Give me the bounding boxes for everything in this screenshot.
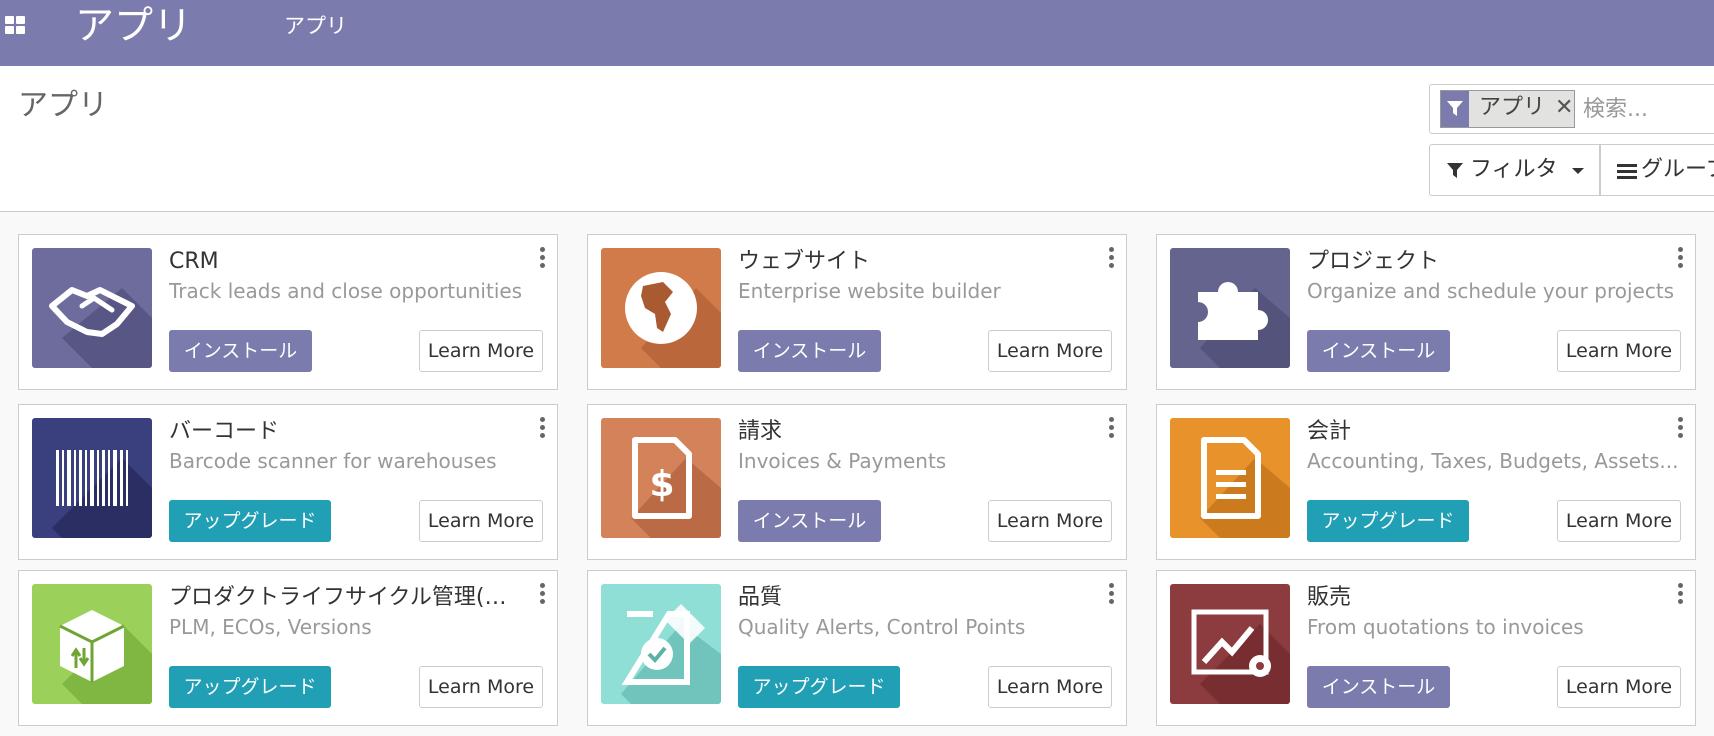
- app-card[interactable]: 品質 Quality Alerts, Control Points アップグレード L…: [587, 570, 1127, 726]
- kebab-menu-icon[interactable]: [539, 583, 545, 605]
- app-name: 品質: [738, 585, 783, 610]
- kebab-menu-icon[interactable]: [1108, 417, 1114, 439]
- kebab-menu-icon[interactable]: [1108, 247, 1114, 269]
- app-card[interactable]: プロジェクト Organize and schedule your project…: [1156, 234, 1696, 390]
- apps-grid-icon[interactable]: [5, 16, 29, 40]
- page-title: アプリ: [18, 88, 108, 123]
- app-summary: Accounting, Taxes, Budgets, Assets...: [1307, 449, 1679, 473]
- close-icon[interactable]: ✕: [1555, 93, 1573, 123]
- upgrade-button[interactable]: アップグレード: [169, 666, 331, 708]
- app-card[interactable]: CRM Track leads and close opportunities イン…: [18, 234, 558, 390]
- invoice-icon: $: [601, 418, 721, 538]
- search-input[interactable]: [1581, 93, 1714, 125]
- kebab-menu-icon[interactable]: [1108, 583, 1114, 605]
- svg-text:$: $: [649, 464, 674, 505]
- navbar-menu-apps[interactable]: アプリ: [284, 12, 347, 40]
- app-summary: Track leads and close opportunities: [169, 279, 523, 303]
- control-panel: アプリ アプリ ✕ フィルタ グループ: [0, 66, 1714, 212]
- app-name: 会計: [1307, 419, 1352, 444]
- list-icon: [1617, 164, 1637, 179]
- app-card[interactable]: 販売 From quotations to invoices インストール Learn…: [1156, 570, 1696, 726]
- app-summary: Organize and schedule your projects: [1307, 279, 1675, 303]
- app-summary: Enterprise website builder: [738, 279, 1001, 303]
- search-box[interactable]: アプリ ✕: [1429, 84, 1714, 134]
- search-facet-label: アプリ: [1479, 95, 1546, 120]
- kebab-menu-icon[interactable]: [1677, 417, 1683, 439]
- learn-more-button[interactable]: Learn More: [1557, 500, 1681, 542]
- app-name: バーコード: [169, 419, 280, 444]
- upgrade-button[interactable]: アップグレード: [738, 666, 900, 708]
- learn-more-button[interactable]: Learn More: [419, 330, 543, 372]
- app-name: CRM: [169, 249, 219, 274]
- app-card[interactable]: $ 請求 Invoices & Payments インストール Learn More: [587, 404, 1127, 560]
- app-name: ウェブサイト: [738, 249, 871, 274]
- app-summary: Quality Alerts, Control Points: [738, 615, 1026, 639]
- sales-chart-icon: [1170, 584, 1290, 704]
- app-name: 販売: [1307, 585, 1352, 610]
- document-icon: [1170, 418, 1290, 538]
- app-card[interactable]: 会計 Accounting, Taxes, Budgets, Assets... ア…: [1156, 404, 1696, 560]
- group-by-dropdown-button[interactable]: グループ: [1600, 144, 1714, 196]
- top-navbar: アプリ アプリ: [0, 0, 1714, 66]
- install-button[interactable]: インストール: [1307, 330, 1450, 372]
- kebab-menu-icon[interactable]: [1677, 247, 1683, 269]
- app-summary: From quotations to invoices: [1307, 615, 1584, 639]
- filter-label: フィルタ: [1470, 157, 1558, 182]
- globe-icon: [601, 248, 721, 368]
- app-card[interactable]: バーコード Barcode scanner for warehouses アップグレ…: [18, 404, 558, 560]
- box-icon: [32, 584, 152, 704]
- handshake-icon: [32, 248, 152, 368]
- learn-more-button[interactable]: Learn More: [1557, 330, 1681, 372]
- upgrade-button[interactable]: アップグレード: [169, 500, 331, 542]
- app-summary: Barcode scanner for warehouses: [169, 449, 497, 473]
- learn-more-button[interactable]: Learn More: [988, 330, 1112, 372]
- learn-more-button[interactable]: Learn More: [988, 666, 1112, 708]
- app-card[interactable]: プロダクトライフサイクル管理(… PLM, ECOs, Versions アップグレ…: [18, 570, 558, 726]
- install-button[interactable]: インストール: [738, 330, 881, 372]
- install-button[interactable]: インストール: [169, 330, 312, 372]
- kebab-menu-icon[interactable]: [539, 417, 545, 439]
- app-summary: PLM, ECOs, Versions: [169, 615, 372, 639]
- learn-more-button[interactable]: Learn More: [988, 500, 1112, 542]
- install-button[interactable]: インストール: [738, 500, 881, 542]
- kebab-menu-icon[interactable]: [539, 247, 545, 269]
- install-button[interactable]: インストール: [1307, 666, 1450, 708]
- caret-down-icon: [1572, 168, 1584, 174]
- app-card[interactable]: ウェブサイト Enterprise website builder インストール Le…: [587, 234, 1127, 390]
- app-summary: Invoices & Payments: [738, 449, 947, 473]
- upgrade-button[interactable]: アップグレード: [1307, 500, 1469, 542]
- app-name: 請求: [738, 419, 783, 444]
- filter-icon: [1447, 163, 1463, 178]
- barcode-icon: [32, 418, 152, 538]
- app-name: プロダクトライフサイクル管理(…: [169, 585, 507, 610]
- kebab-menu-icon[interactable]: [1677, 583, 1683, 605]
- navbar-brand: アプリ: [75, 4, 193, 49]
- learn-more-button[interactable]: Learn More: [419, 666, 543, 708]
- search-facet: アプリ ✕: [1440, 90, 1575, 128]
- filter-icon: [1441, 91, 1469, 127]
- learn-more-button[interactable]: Learn More: [1557, 666, 1681, 708]
- group-by-label: グループ: [1641, 157, 1714, 182]
- quality-icon: [601, 584, 721, 704]
- puzzle-icon: [1170, 248, 1290, 368]
- app-name: プロジェクト: [1307, 249, 1440, 274]
- filter-dropdown-button[interactable]: フィルタ: [1429, 144, 1600, 196]
- learn-more-button[interactable]: Learn More: [419, 500, 543, 542]
